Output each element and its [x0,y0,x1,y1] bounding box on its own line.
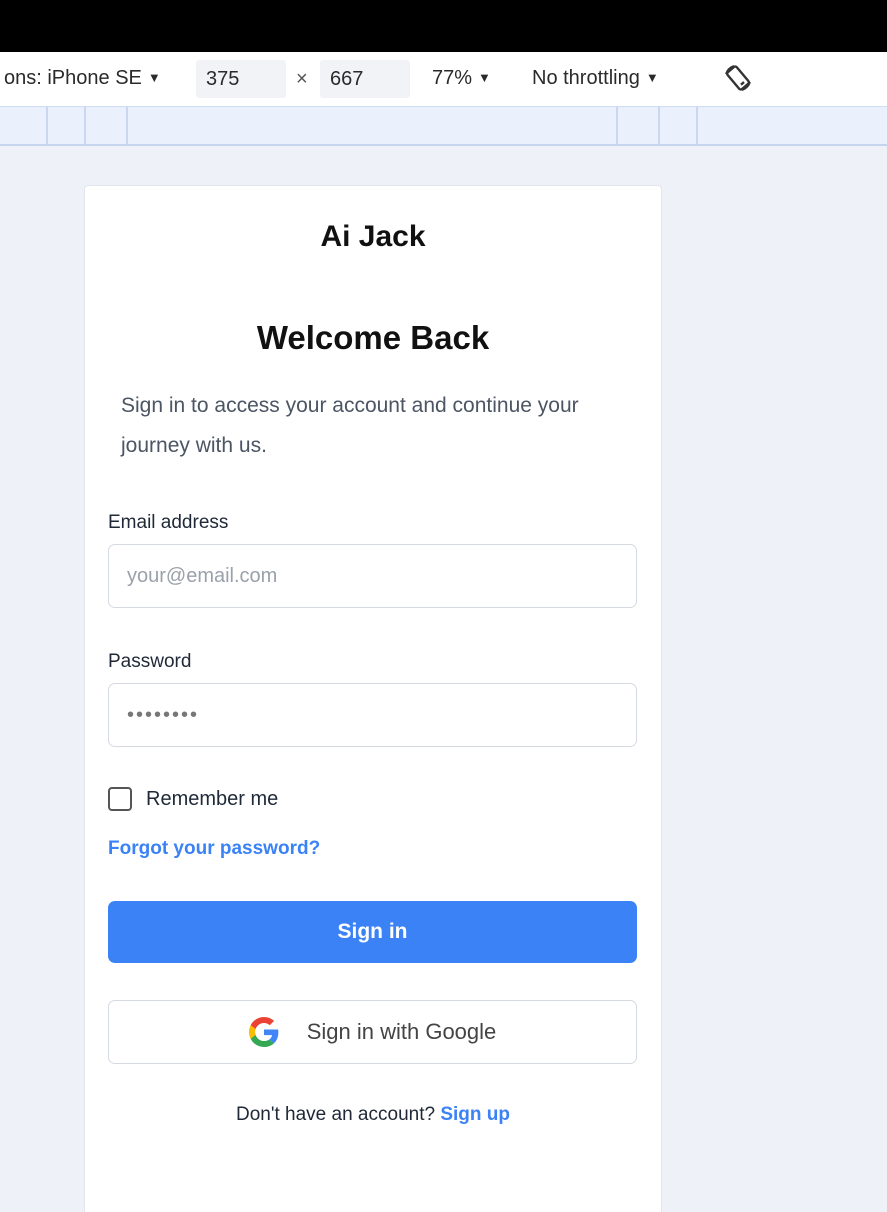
sign-in-button[interactable]: Sign in [108,901,637,963]
email-field[interactable] [108,544,637,608]
login-card: Ai Jack Welcome Back Sign in to access y… [84,185,662,1212]
ruler-mark [84,107,86,145]
signup-prompt: Don't have an account? Sign up [85,1104,661,1126]
remember-me-checkbox[interactable] [108,787,132,811]
throttling-value: No throttling [532,67,640,89]
device-selector[interactable]: ons: iPhone SE ▼ [4,67,161,90]
times-icon: × [296,68,308,90]
ruler-mark [46,107,48,145]
google-sign-in-button[interactable]: Sign in with Google [108,1000,637,1064]
width-input[interactable]: 375 [196,60,286,98]
remember-me[interactable]: Remember me [108,787,278,811]
ruler-mark [126,107,128,145]
media-query-ruler [0,106,887,146]
width-value: 375 [206,67,240,90]
forgot-password-link[interactable]: Forgot your password? [108,838,320,860]
brand-title: Ai Jack [320,220,426,253]
height-value: 667 [330,67,364,90]
ruler-mark [658,107,660,145]
zoom-value: 77% [432,67,473,89]
password-label: Password [108,651,192,672]
remember-me-label: Remember me [146,787,279,810]
chevron-down-icon: ▼ [147,70,161,85]
login-subtitle: Sign in to access your account and conti… [121,394,579,457]
email-label: Email address [108,512,229,533]
ruler-mark [616,107,618,145]
signup-prompt-text: Don't have an account? [236,1104,436,1125]
chevron-down-icon: ▼ [478,70,491,85]
password-field[interactable] [108,683,637,747]
device-label: ons: iPhone SE [4,67,142,89]
zoom-selector[interactable]: 77% ▼ [432,67,491,90]
browser-top-bar [0,0,887,52]
devtools-device-toolbar: ons: iPhone SE ▼ 375 × 667 77% ▼ No thrott… [0,52,887,106]
ruler-mark [696,107,698,145]
chevron-down-icon: ▼ [645,70,659,85]
google-icon [248,1017,279,1047]
rotate-icon[interactable] [722,62,754,94]
page-title: Welcome Back [256,319,490,356]
sign-up-link[interactable]: Sign up [440,1104,510,1125]
throttling-selector[interactable]: No throttling ▼ [532,67,659,90]
google-button-label: Sign in with Google [306,1019,497,1044]
height-input[interactable]: 667 [320,60,410,98]
